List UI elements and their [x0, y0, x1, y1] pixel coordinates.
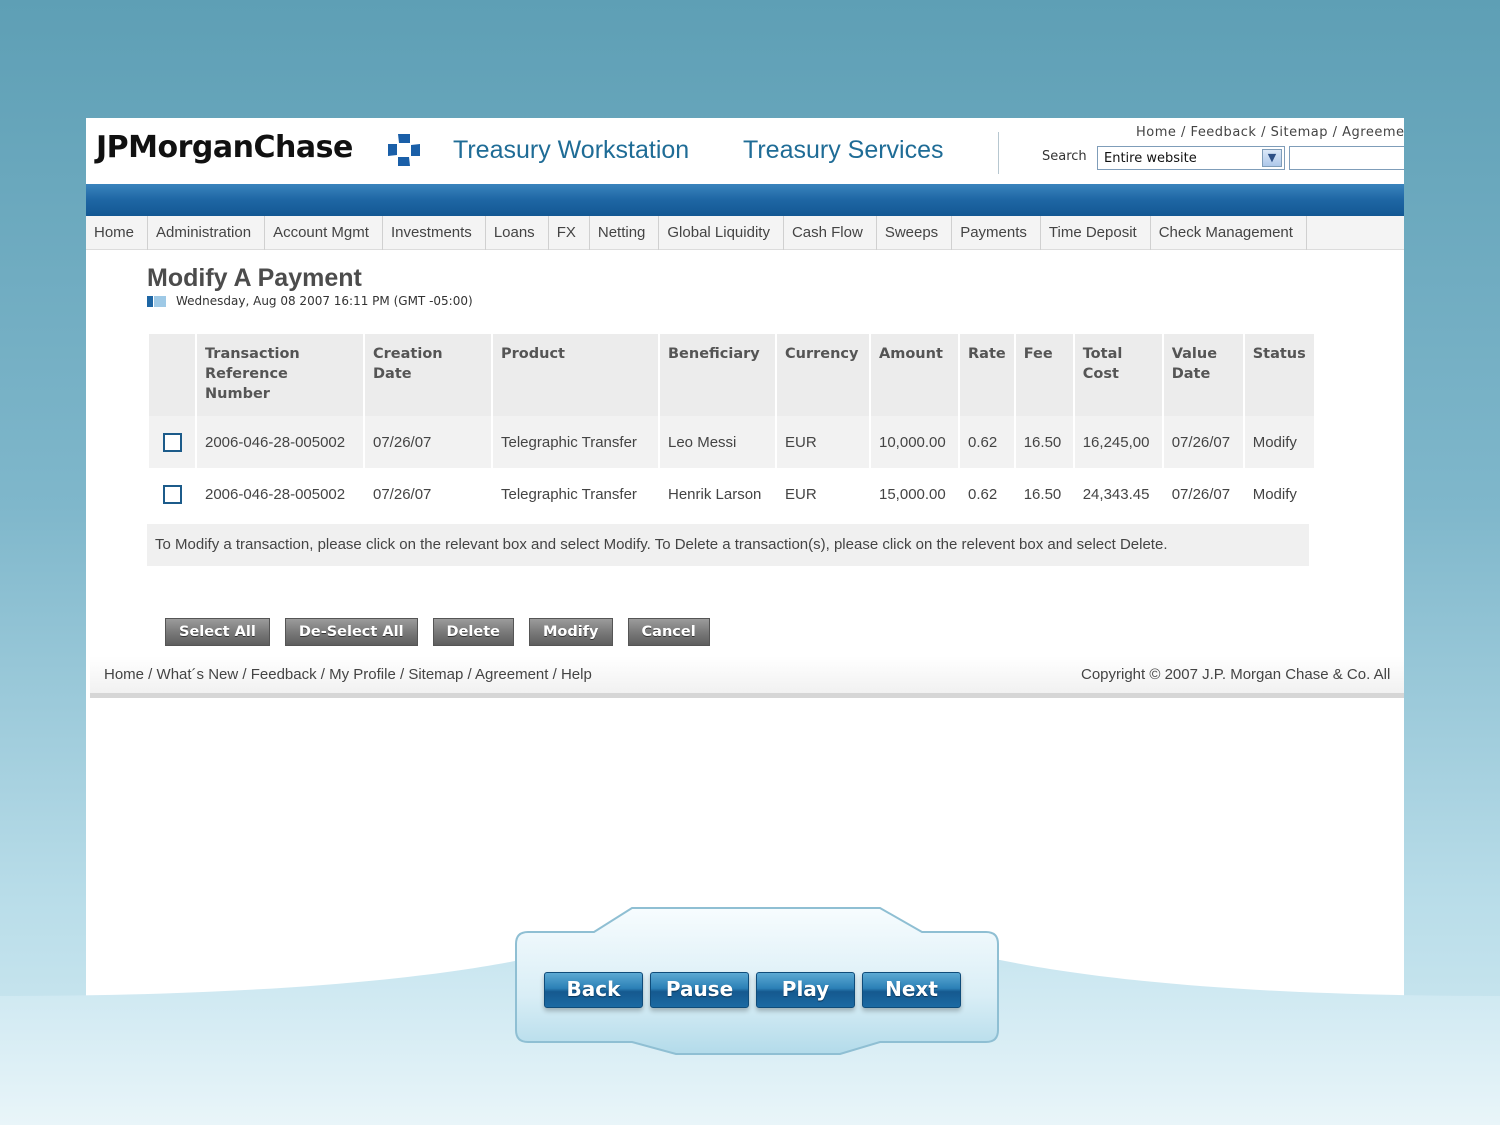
cell-fee: 16.50 — [1015, 468, 1073, 520]
cell-currency: EUR — [777, 468, 869, 520]
footer-links: Home / What´s New / Feedback / My Profil… — [104, 666, 592, 683]
table-row: 2006-046-28-005002 07/26/07 Telegraphic … — [149, 468, 1314, 520]
app-title-services[interactable]: Treasury Services — [743, 136, 944, 165]
col-fee: Fee — [1015, 334, 1073, 416]
col-product: Product — [493, 334, 658, 416]
search-label: Search — [1042, 149, 1087, 164]
nav-item-payments[interactable]: Payments — [952, 216, 1041, 250]
cell-creation-date: 07/26/07 — [365, 468, 491, 520]
top-link-agreement[interactable]: Agreement — [1342, 125, 1404, 140]
nav-item-home[interactable]: Home — [86, 216, 149, 250]
deselect-all-button[interactable]: De-Select All — [284, 618, 418, 646]
row-select-cell — [149, 416, 195, 468]
col-value-date: Value Date — [1163, 334, 1243, 416]
payments-table: Transaction Reference Number Creation Da… — [147, 334, 1316, 520]
cell-reference: 2006-046-28-005002 — [197, 468, 363, 520]
nav-item-netting[interactable]: Netting — [590, 216, 660, 250]
page-datetime: Wednesday, Aug 08 2007 16:11 PM (GMT -05… — [176, 294, 473, 308]
cell-creation-date: 07/26/07 — [365, 416, 491, 468]
col-total-cost: Total Cost — [1074, 334, 1162, 416]
footer-link-my-profile[interactable]: My Profile — [329, 666, 396, 683]
date-marker-icon — [147, 296, 166, 307]
col-rate: Rate — [960, 334, 1014, 416]
footer-link-agreement[interactable]: Agreement — [475, 666, 548, 683]
nav-item-check-management[interactable]: Check Management — [1151, 216, 1307, 250]
chevron-down-icon[interactable]: ▼ — [1262, 149, 1282, 167]
cell-value-date: 07/26/07 — [1163, 416, 1243, 468]
cancel-button[interactable]: Cancel — [627, 618, 710, 646]
cell-beneficiary: Leo Messi — [660, 416, 775, 468]
app-title-workstation[interactable]: Treasury Workstation — [453, 136, 689, 165]
nav-item-investments[interactable]: Investments — [383, 216, 486, 250]
cell-amount: 10,000.00 — [871, 416, 958, 468]
cell-product: Telegraphic Transfer — [493, 416, 658, 468]
back-button[interactable]: Back — [544, 972, 643, 1008]
col-beneficiary: Beneficiary — [660, 334, 775, 416]
footer-link-sitemap[interactable]: Sitemap — [408, 666, 463, 683]
page-title: Modify A Payment — [147, 264, 362, 292]
nav-item-administration[interactable]: Administration — [148, 216, 266, 250]
col-select — [149, 334, 195, 416]
nav-item-loans[interactable]: Loans — [486, 216, 549, 250]
cell-reference: 2006-046-28-005002 — [197, 416, 363, 468]
player-controls: Back Pause Play Next — [544, 972, 968, 1008]
col-creation-date: Creation Date — [365, 334, 491, 416]
play-button[interactable]: Play — [756, 972, 855, 1008]
top-link-sitemap[interactable]: Sitemap — [1271, 125, 1328, 140]
footer-link-whats-new[interactable]: What´s New — [157, 666, 239, 683]
footer: Home / What´s New / Feedback / My Profil… — [90, 656, 1404, 698]
nav-item-fx[interactable]: FX — [549, 216, 590, 250]
action-buttons: Select All De-Select All Delete Modify C… — [165, 618, 725, 646]
top-link-home[interactable]: Home — [1136, 125, 1176, 140]
logo: JPMorganChase — [96, 130, 353, 165]
main-nav: Home Administration Account Mgmt Investm… — [86, 216, 1404, 250]
top-link-feedback[interactable]: Feedback — [1191, 125, 1257, 140]
header-band — [86, 184, 1404, 216]
nav-item-cash-flow[interactable]: Cash Flow — [784, 216, 877, 250]
cell-rate: 0.62 — [960, 468, 1014, 520]
footer-link-feedback[interactable]: Feedback — [251, 666, 317, 683]
search-scope-select[interactable]: Entire website ▼ — [1097, 146, 1285, 170]
nav-item-time-deposit[interactable]: Time Deposit — [1041, 216, 1151, 250]
footer-link-help[interactable]: Help — [561, 666, 592, 683]
cell-value-date: 07/26/07 — [1163, 468, 1243, 520]
pause-button[interactable]: Pause — [650, 972, 749, 1008]
nav-item-account-mgmt[interactable]: Account Mgmt — [265, 216, 383, 250]
col-reference: Transaction Reference Number — [197, 334, 363, 416]
header-divider — [998, 132, 999, 174]
cell-amount: 15,000.00 — [871, 468, 958, 520]
col-status: Status — [1244, 334, 1314, 416]
header: JPMorganChase Treasury Workstation Treas… — [86, 118, 1404, 184]
cell-status: Modify — [1244, 416, 1314, 468]
search-scope-value: Entire website — [1104, 151, 1197, 166]
footer-link-home[interactable]: Home — [104, 666, 144, 683]
nav-item-sweeps[interactable]: Sweeps — [877, 216, 953, 250]
chase-octagon-icon — [388, 134, 420, 166]
cell-product: Telegraphic Transfer — [493, 468, 658, 520]
instructions-note: To Modify a transaction, please click on… — [147, 524, 1309, 566]
app-window: JPMorganChase Treasury Workstation Treas… — [86, 118, 1404, 996]
table-row: 2006-046-28-005002 07/26/07 Telegraphic … — [149, 416, 1314, 468]
cell-total-cost: 16,245,00 — [1074, 416, 1162, 468]
col-amount: Amount — [871, 334, 958, 416]
col-currency: Currency — [777, 334, 869, 416]
search-input[interactable] — [1289, 146, 1404, 170]
top-links: Home / Feedback / Sitemap / Agreement — [1136, 125, 1404, 140]
cell-beneficiary: Henrik Larson — [660, 468, 775, 520]
copyright: Copyright © 2007 J.P. Morgan Chase & Co.… — [1081, 666, 1391, 683]
cell-rate: 0.62 — [960, 416, 1014, 468]
cell-fee: 16.50 — [1015, 416, 1073, 468]
table-header-row: Transaction Reference Number Creation Da… — [149, 334, 1314, 416]
cell-status: Modify — [1244, 468, 1314, 520]
cell-currency: EUR — [777, 416, 869, 468]
modify-button[interactable]: Modify — [529, 618, 613, 646]
row-select-cell — [149, 468, 195, 520]
delete-button[interactable]: Delete — [432, 618, 514, 646]
row-checkbox[interactable] — [163, 484, 182, 504]
next-button[interactable]: Next — [862, 972, 961, 1008]
cell-total-cost: 24,343.45 — [1074, 468, 1162, 520]
nav-item-global-liquidity[interactable]: Global Liquidity — [659, 216, 784, 250]
select-all-button[interactable]: Select All — [165, 618, 270, 646]
row-checkbox[interactable] — [163, 432, 182, 452]
